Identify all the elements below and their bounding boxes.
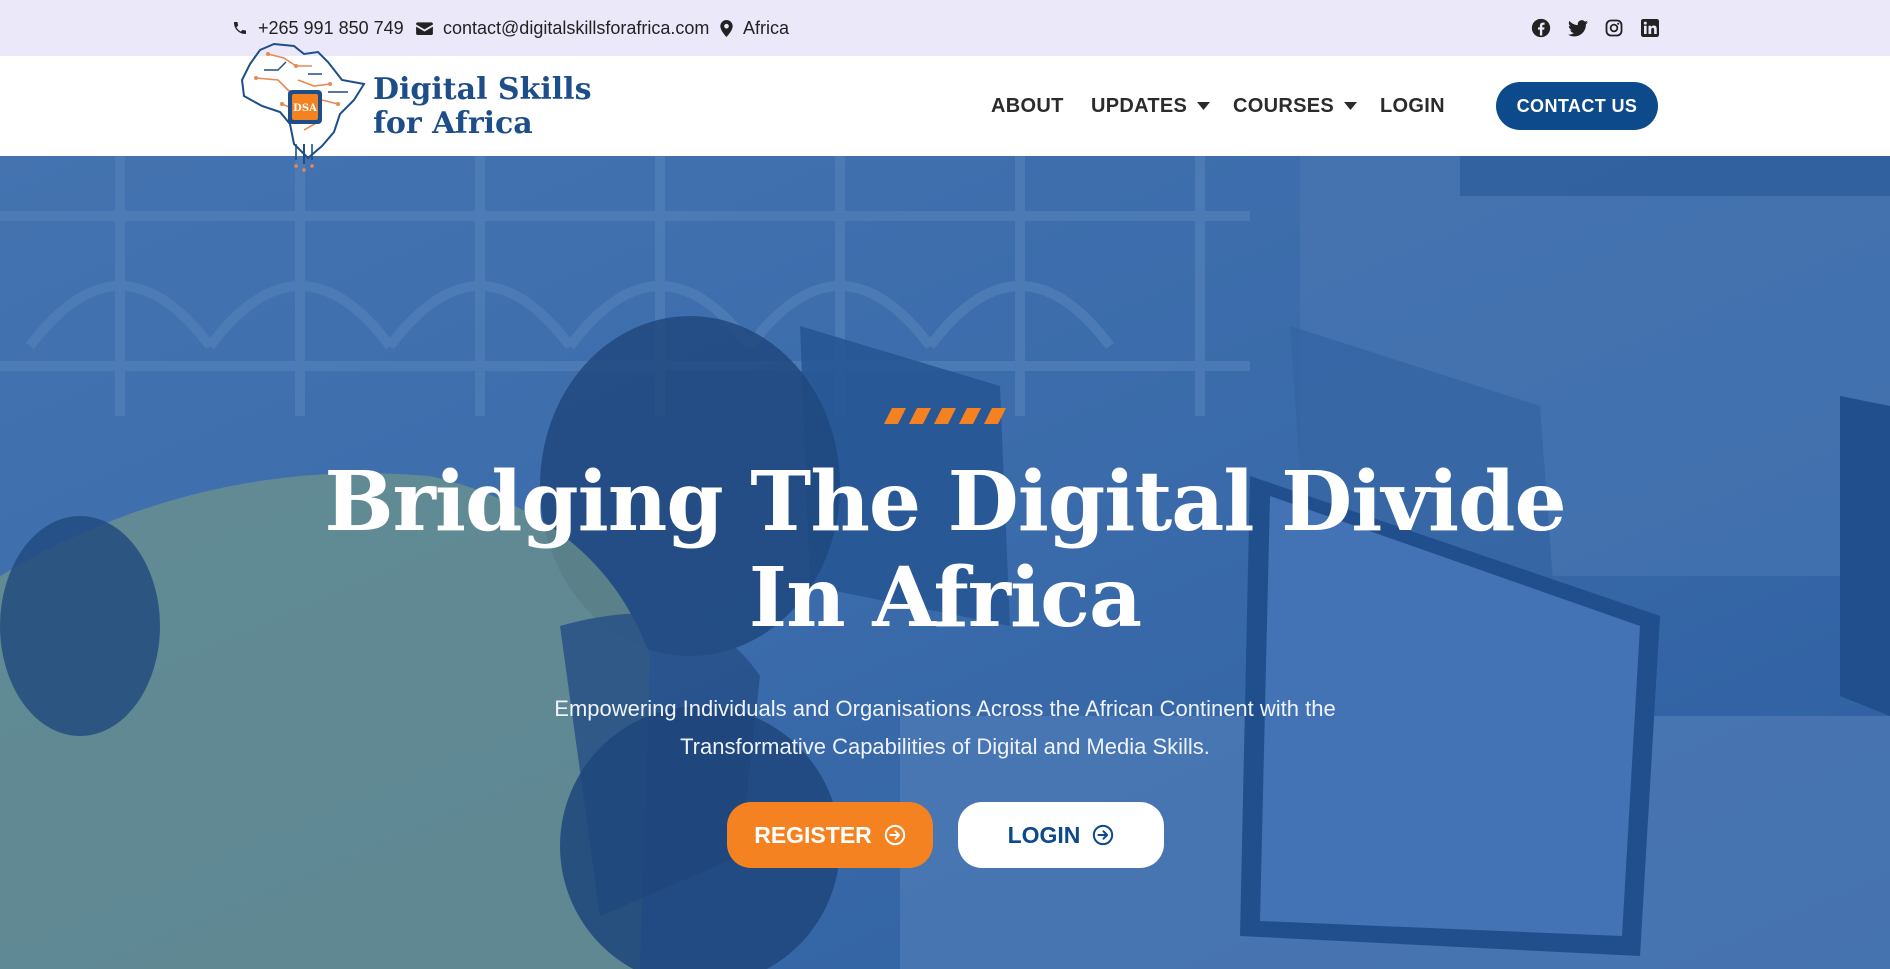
logo-line-1: Digital Skills (373, 72, 592, 107)
location-text: Africa (743, 17, 790, 38)
contact-us-button[interactable]: CONTACT US (1496, 82, 1658, 130)
login-button[interactable]: LOGIN (958, 802, 1164, 868)
facebook-icon (1531, 18, 1551, 38)
caret-down-icon (1344, 102, 1358, 110)
arrow-circle-right-icon (884, 824, 905, 846)
login-label: LOGIN (1007, 821, 1081, 848)
linkedin-link[interactable] (1641, 0, 1659, 56)
map-marker-icon (720, 19, 733, 37)
logo-badge-text: DSA (293, 103, 317, 114)
nav-about[interactable]: ABOUT (991, 56, 1064, 156)
hero-title: Bridging The Digital Divide In Africa (245, 454, 1645, 646)
nav-about-label: ABOUT (991, 94, 1064, 117)
email-address: contact@digitalskillsforafrica.com (443, 17, 710, 38)
caret-down-icon (1197, 102, 1211, 110)
hero-subtitle-line-2: Transformative Capabilities of Digital a… (680, 734, 1210, 759)
location: Africa (720, 0, 789, 56)
register-button[interactable]: REGISTER (727, 802, 933, 868)
nav-login-label: LOGIN (1380, 94, 1445, 117)
hero-subtitle: Empowering Individuals and Organisations… (445, 690, 1445, 766)
envelope-icon (416, 22, 433, 35)
instagram-link[interactable] (1605, 0, 1623, 56)
hero-title-line-1: Bridging The Digital Divide (324, 454, 1566, 550)
nav-courses[interactable]: COURSES (1233, 56, 1358, 156)
phone-icon (234, 22, 246, 34)
facebook-link[interactable] (1531, 0, 1551, 56)
nav-courses-label: COURSES (1233, 94, 1335, 117)
linkedin-icon (1641, 19, 1659, 37)
register-label: REGISTER (754, 821, 872, 848)
email-contact[interactable]: contact@digitalskillsforafrica.com (416, 0, 709, 56)
twitter-link[interactable] (1568, 0, 1588, 56)
hero-title-line-2: In Africa (748, 550, 1142, 646)
phone-number: +265 991 850 749 (258, 17, 404, 38)
logo-mark[interactable]: DSA (238, 40, 370, 179)
instagram-icon (1605, 19, 1623, 37)
hero-subtitle-line-1: Empowering Individuals and Organisations… (554, 696, 1336, 721)
arrow-circle-right-icon (1093, 824, 1114, 846)
nav-updates-label: UPDATES (1091, 94, 1188, 117)
twitter-icon (1568, 19, 1588, 36)
decorative-stripes-icon (884, 408, 1006, 424)
africa-circuit-logo-icon: DSA (240, 42, 366, 172)
nav-login[interactable]: LOGIN (1380, 56, 1445, 156)
logo-wordmark[interactable]: Digital Skills for Africa (373, 73, 591, 141)
logo-line-2: for Africa (373, 106, 533, 141)
nav-updates[interactable]: UPDATES (1091, 56, 1211, 156)
hero-section: Bridging The Digital Divide In Africa Em… (0, 156, 1890, 969)
contact-us-label: CONTACT US (1516, 95, 1638, 116)
